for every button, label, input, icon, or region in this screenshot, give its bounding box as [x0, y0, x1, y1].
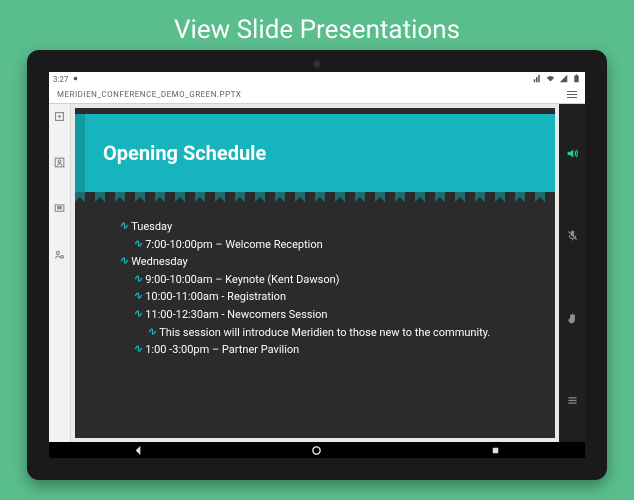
right-rail	[559, 104, 585, 442]
volume-icon[interactable]	[566, 112, 579, 195]
menu-icon[interactable]	[566, 360, 579, 443]
slide-bullet: ∿1:00 -3:00pm – Partner Pavilion	[119, 341, 539, 359]
bullet-glyph-icon: ∿	[133, 271, 141, 289]
header-ribbon	[75, 114, 85, 192]
bullet-glyph-icon: ∿	[133, 306, 141, 324]
slide-bullet: ∿9:00-10:00am – Keynote (Kent Dawson)	[119, 271, 539, 289]
slide-bullet: ∿11:00-12:30am - Newcomers Session	[119, 306, 539, 324]
file-name: MERIDIEN_CONFERENCE_DEMO_GREEN.PPTX	[57, 90, 241, 99]
promo-page: View Slide Presentations 3:27 MERIDIEN_C…	[0, 0, 634, 500]
bullet-glyph-icon: ∿	[119, 253, 127, 271]
android-status-bar: 3:27	[49, 72, 585, 86]
slide-header: Opening Schedule	[75, 114, 555, 192]
status-time: 3:27	[53, 75, 68, 84]
slide-bullet-text: 1:00 -3:00pm – Partner Pavilion	[145, 341, 299, 359]
slide-bullet: ∿7:00-10:00pm – Welcome Reception	[119, 236, 539, 254]
slide-bullet-text: 9:00-10:00am – Keynote (Kent Dawson)	[145, 271, 339, 289]
slide-bullet: ∿Wednesday	[119, 253, 539, 271]
mic-off-icon[interactable]	[566, 195, 579, 278]
back-icon[interactable]	[131, 443, 145, 457]
android-nav-bar	[49, 442, 585, 458]
tablet-camera	[313, 60, 321, 68]
slide-bullet: ∿This session will introduce Meridien to…	[119, 324, 539, 342]
slide-bullet-text: 11:00-12:30am - Newcomers Session	[145, 306, 327, 324]
file-title-bar: MERIDIEN_CONFERENCE_DEMO_GREEN.PPTX	[49, 86, 585, 104]
expand-icon[interactable]	[54, 110, 66, 122]
wifi-icon	[546, 74, 555, 85]
bullet-glyph-icon: ∿	[133, 288, 141, 306]
slide-bullet-text: Tuesday	[131, 218, 172, 236]
bullet-glyph-icon: ∿	[133, 236, 141, 254]
screen-share-icon[interactable]	[54, 202, 66, 214]
app-body: Opening Schedule ∿Tuesday∿7:00-10:00pm –…	[49, 104, 585, 442]
person-box-icon[interactable]	[54, 156, 66, 168]
slide-bullet-text: 7:00-10:00pm – Welcome Reception	[145, 236, 322, 254]
promo-headline: View Slide Presentations	[174, 10, 460, 50]
home-icon[interactable]	[310, 443, 324, 457]
bullet-glyph-icon: ∿	[147, 324, 155, 342]
slide-bullet-text: 10:00-11:00am - Registration	[145, 288, 286, 306]
person-gear-icon[interactable]	[54, 248, 66, 260]
battery-icon	[572, 74, 581, 85]
slide-bullet: ∿10:00-11:00am - Registration	[119, 288, 539, 306]
notif-dot-icon	[71, 74, 80, 85]
slide-viewport[interactable]: Opening Schedule ∿Tuesday∿7:00-10:00pm –…	[71, 104, 559, 442]
recent-icon[interactable]	[489, 443, 503, 457]
slide: Opening Schedule ∿Tuesday∿7:00-10:00pm –…	[75, 108, 555, 438]
signal-icon	[559, 74, 568, 85]
slide-bullet-text: This session will introduce Meridien to …	[159, 324, 490, 342]
tablet-screen: 3:27 MERIDIEN_CONFERENCE_DEMO_GREEN.PPTX	[49, 72, 585, 458]
tablet-frame: 3:27 MERIDIEN_CONFERENCE_DEMO_GREEN.PPTX	[27, 50, 607, 480]
bullet-glyph-icon: ∿	[119, 218, 127, 236]
slide-bullet: ∿Tuesday	[119, 218, 539, 236]
hamburger-icon[interactable]	[567, 91, 577, 99]
slide-bullet-text: Wednesday	[131, 253, 188, 271]
raise-hand-icon[interactable]	[566, 277, 579, 360]
slide-title: Opening Schedule	[103, 141, 266, 165]
bullet-glyph-icon: ∿	[133, 341, 141, 359]
slide-body: ∿Tuesday∿7:00-10:00pm – Welcome Receptio…	[75, 192, 555, 369]
left-rail	[49, 104, 71, 442]
lte-icon	[533, 74, 542, 85]
